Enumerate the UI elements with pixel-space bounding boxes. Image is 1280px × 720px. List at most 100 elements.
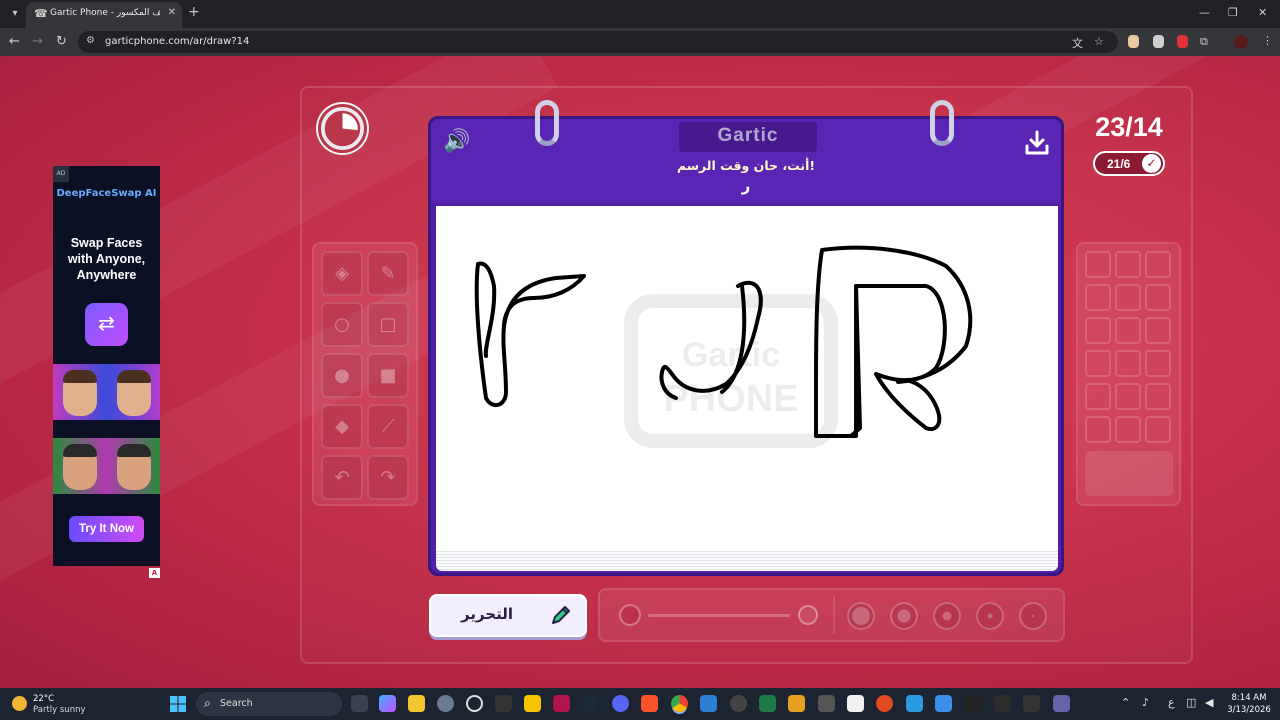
color-swatch[interactable]: [1145, 350, 1171, 377]
weather-description[interactable]: Partly sunny: [33, 705, 86, 715]
color-swatch[interactable]: [1115, 317, 1141, 344]
browser-tab-active[interactable]: ☎ Gartic Phone - الهاتف المكسور ✕: [26, 2, 182, 28]
language-indicator[interactable]: ع: [1168, 696, 1175, 709]
bookmark-star-icon[interactable]: ☆: [1094, 35, 1104, 48]
color-swatch[interactable]: [1145, 383, 1171, 410]
app-icon[interactable]: [700, 695, 717, 712]
opacity-slider-end[interactable]: [798, 605, 818, 625]
profile-avatar[interactable]: [1234, 35, 1248, 49]
volume-icon[interactable]: ◀: [1205, 696, 1213, 709]
app-icon[interactable]: [466, 695, 483, 712]
adchoices-icon[interactable]: A: [149, 568, 160, 578]
store-icon[interactable]: [847, 695, 864, 712]
color-swatch[interactable]: [1085, 251, 1111, 278]
opacity-slider-handle[interactable]: [619, 604, 641, 626]
new-tab-button[interactable]: +: [188, 4, 200, 20]
extensions-puzzle-icon[interactable]: ⧉: [1200, 35, 1208, 49]
sound-toggle-icon[interactable]: 🔊: [441, 127, 473, 159]
opacity-slider-track[interactable]: [648, 614, 790, 617]
copilot-icon[interactable]: [379, 695, 396, 712]
redo-icon[interactable]: ↷: [367, 455, 409, 500]
shield-extension-icon[interactable]: [1153, 35, 1164, 48]
app-icon[interactable]: [818, 695, 835, 712]
color-swatch[interactable]: [1115, 251, 1141, 278]
minimize-button[interactable]: —: [1199, 6, 1210, 19]
tab-close-icon[interactable]: ✕: [168, 7, 176, 18]
color-swatch[interactable]: [1145, 416, 1171, 443]
download-icon[interactable]: [1021, 127, 1053, 159]
close-window-button[interactable]: ✕: [1258, 6, 1267, 19]
color-swatch[interactable]: [1145, 284, 1171, 311]
brush-size-option[interactable]: [933, 602, 961, 630]
fill-bucket-icon[interactable]: ◆: [321, 404, 363, 449]
excel-icon[interactable]: [759, 695, 776, 712]
app-icon[interactable]: [495, 695, 512, 712]
tab-search-button[interactable]: ▾: [6, 5, 24, 23]
brush-size-option[interactable]: [1019, 602, 1047, 630]
color-swatch[interactable]: [1085, 350, 1111, 377]
tray-overflow-icon[interactable]: ⌃: [1121, 696, 1130, 709]
steam-icon[interactable]: [582, 695, 599, 712]
windows-start-icon[interactable]: [170, 696, 186, 712]
browser-menu-icon[interactable]: ⋮: [1262, 34, 1273, 47]
rectangle-filled-icon[interactable]: ■: [367, 353, 409, 398]
app-icon[interactable]: [1023, 695, 1040, 712]
restore-button[interactable]: ❐: [1228, 6, 1238, 19]
advertisement-banner[interactable]: AD DeepFaceSwap AI Swap Faces with Anyon…: [53, 166, 160, 566]
task-view-icon[interactable]: [351, 695, 368, 712]
clock-time[interactable]: 8:14 AM: [1224, 693, 1274, 703]
color-swatch[interactable]: [1085, 383, 1111, 410]
brush-size-option[interactable]: [890, 602, 918, 630]
color-swatch[interactable]: [1085, 284, 1111, 311]
pencil-icon[interactable]: ✎: [367, 251, 409, 296]
color-swatch[interactable]: [1085, 416, 1111, 443]
brave-icon[interactable]: [641, 695, 658, 712]
translate-icon[interactable]: 文: [1072, 35, 1083, 51]
edit-button[interactable]: التحرير: [429, 594, 587, 637]
color-swatch[interactable]: [1115, 383, 1141, 410]
brush-size-option[interactable]: [976, 602, 1004, 630]
extension-icon[interactable]: [1128, 35, 1139, 48]
taskbar-search[interactable]: ⌕ Search: [196, 692, 342, 716]
color-swatch[interactable]: [1145, 317, 1171, 344]
forward-button[interactable]: →: [32, 34, 43, 49]
app-icon[interactable]: [994, 695, 1011, 712]
current-color-swatch[interactable]: [1085, 451, 1173, 496]
color-swatch[interactable]: [1115, 284, 1141, 311]
color-swatch[interactable]: [1115, 350, 1141, 377]
file-explorer-icon[interactable]: [408, 695, 425, 712]
settings-gear-icon[interactable]: [437, 695, 454, 712]
microphone-icon[interactable]: ♪: [1142, 696, 1149, 709]
site-info-icon[interactable]: ⚙: [86, 35, 95, 46]
back-button[interactable]: ←: [9, 34, 20, 49]
app-icon[interactable]: [553, 695, 570, 712]
clock-date[interactable]: 3/13/2026: [1224, 705, 1274, 715]
ad-cta-button[interactable]: Try It Now: [69, 516, 144, 542]
chrome-icon[interactable]: [671, 695, 688, 712]
ea-icon[interactable]: [876, 695, 893, 712]
discord-icon[interactable]: [612, 695, 629, 712]
rectangle-outline-icon[interactable]: □: [367, 302, 409, 347]
rockstar-icon[interactable]: [524, 695, 541, 712]
line-icon[interactable]: ⟋: [367, 404, 409, 449]
drawing-canvas[interactable]: Gartic PHONE: [436, 206, 1058, 551]
color-swatch[interactable]: [1145, 251, 1171, 278]
address-url[interactable]: garticphone.com/ar/draw?14: [105, 36, 249, 47]
address-bar[interactable]: ⚙ garticphone.com/ar/draw?14 文 ☆: [78, 31, 1118, 53]
app-icon[interactable]: [964, 695, 981, 712]
app-icon[interactable]: [906, 695, 923, 712]
app-icon[interactable]: [730, 695, 747, 712]
app-icon[interactable]: [788, 695, 805, 712]
teams-icon[interactable]: [1053, 695, 1070, 712]
app-icon[interactable]: [935, 695, 952, 712]
adblock-extension-icon[interactable]: [1177, 35, 1188, 48]
color-swatch[interactable]: [1085, 317, 1111, 344]
undo-icon[interactable]: ↶: [321, 455, 363, 500]
brush-size-option[interactable]: [847, 602, 875, 630]
eraser-icon[interactable]: ◈: [321, 251, 363, 296]
ellipse-filled-icon[interactable]: ●: [321, 353, 363, 398]
color-swatch[interactable]: [1115, 416, 1141, 443]
ellipse-outline-icon[interactable]: ○: [321, 302, 363, 347]
network-icon[interactable]: ◫: [1186, 696, 1196, 709]
weather-sun-icon[interactable]: [12, 696, 27, 711]
